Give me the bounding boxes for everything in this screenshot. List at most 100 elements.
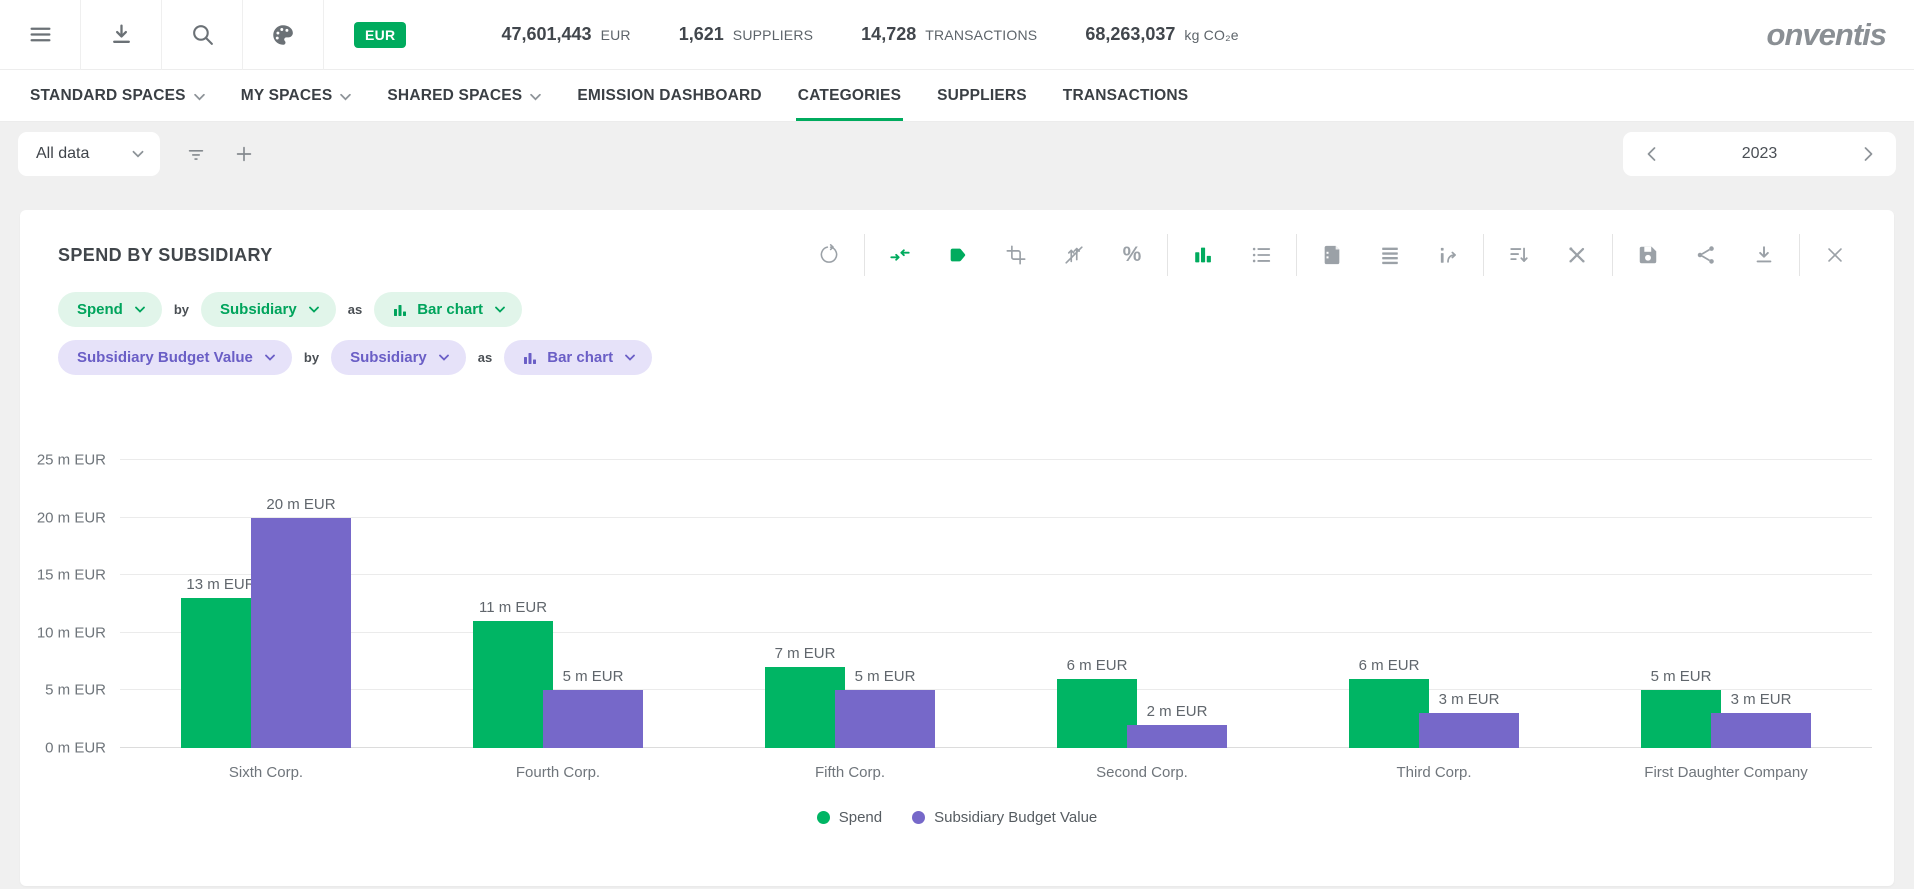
bar-pair: 5 m EUR 3 m EUR	[1641, 430, 1811, 748]
customize-tools-button[interactable]	[1565, 243, 1589, 267]
y-tick-label: 0 m EUR	[45, 740, 106, 757]
bar-chart-view-button[interactable]	[1191, 243, 1215, 267]
bar-budget[interactable]	[251, 518, 351, 748]
legend-swatch	[817, 811, 830, 824]
dimension-label: Subsidiary	[350, 349, 427, 366]
data-scope-select[interactable]: All data	[18, 132, 160, 176]
kpi-value: 1,621	[679, 24, 724, 45]
bar-value-label: 3 m EUR	[1731, 691, 1792, 708]
report-button[interactable]	[1320, 243, 1344, 267]
bar-budget[interactable]	[1419, 713, 1519, 748]
bar-budget[interactable]	[1711, 713, 1811, 748]
y-tick-label: 10 m EUR	[37, 624, 106, 641]
share-button[interactable]	[1694, 243, 1718, 267]
pivot-button[interactable]	[1436, 243, 1460, 267]
bar-spend[interactable]	[473, 621, 553, 748]
chevron-down-icon	[495, 306, 505, 313]
menu-button[interactable]	[0, 0, 80, 70]
bar-value-label: 5 m EUR	[1651, 668, 1712, 685]
divider	[1296, 234, 1297, 276]
nav-shared-spaces[interactable]: SHARED SPACES	[387, 70, 541, 121]
query-builder: Spend by Subsidiary as Bar chart Subsidi…	[20, 290, 1894, 375]
customize-tools-icon	[1566, 244, 1588, 266]
bar-spend[interactable]	[181, 598, 261, 748]
close-widget-button[interactable]	[1823, 243, 1847, 267]
bar-spend[interactable]	[765, 667, 845, 748]
bar-budget[interactable]	[543, 690, 643, 748]
list-view-button[interactable]	[1249, 243, 1273, 267]
bar-group: 11 m EUR5 m EUR	[412, 430, 704, 748]
save-icon	[1637, 244, 1659, 266]
nav-categories[interactable]: CATEGORIES	[798, 70, 901, 121]
nav-label: SUPPLIERS	[937, 87, 1027, 105]
bar-budget[interactable]	[1127, 725, 1227, 748]
next-year-button[interactable]	[1848, 134, 1888, 174]
dimension-dropdown[interactable]: Subsidiary	[201, 292, 336, 327]
bar-chart-icon	[523, 351, 537, 365]
bar-spend[interactable]	[1641, 690, 1721, 748]
theme-palette-button[interactable]	[243, 0, 323, 70]
export-download-button[interactable]	[1752, 243, 1776, 267]
divider	[1167, 234, 1168, 276]
nav-emission-dashboard[interactable]: EMISSION DASHBOARD	[577, 70, 761, 121]
bar-value-label: 5 m EUR	[855, 668, 916, 685]
kpi-unit: SUPPLIERS	[733, 27, 813, 43]
legend-item[interactable]: Spend	[817, 809, 882, 826]
list-icon	[1250, 244, 1272, 266]
save-button[interactable]	[1636, 243, 1660, 267]
legend-label: Subsidiary Budget Value	[934, 809, 1097, 826]
add-filter-button[interactable]	[220, 132, 268, 176]
kpi-value: 47,601,443	[501, 24, 591, 45]
crop-button[interactable]	[1004, 243, 1028, 267]
bar-budget[interactable]	[835, 690, 935, 748]
no-scale-arrows-icon	[1063, 244, 1085, 266]
search-icon	[190, 22, 215, 47]
y-tick-label: 20 m EUR	[37, 509, 106, 526]
sort-button[interactable]	[1507, 243, 1531, 267]
bar-groups: 13 m EUR20 m EUR11 m EUR5 m EUR7 m EUR5 …	[120, 430, 1872, 748]
bar-spend[interactable]	[1349, 679, 1429, 748]
panel-header: SPEND BY SUBSIDIARY %	[20, 210, 1894, 290]
bar-chart-icon	[1192, 244, 1214, 266]
chart-type-dropdown[interactable]: Bar chart	[374, 292, 522, 327]
y-tick-label: 15 m EUR	[37, 567, 106, 584]
close-icon	[1824, 244, 1846, 266]
primary-nav: STANDARD SPACES MY SPACES SHARED SPACES …	[0, 70, 1914, 122]
bar-value-label: 11 m EUR	[479, 599, 547, 616]
bar-chart: 0 m EUR5 m EUR10 m EUR15 m EUR20 m EUR25…	[20, 388, 1894, 781]
dimension-dropdown[interactable]: Subsidiary	[331, 340, 466, 375]
measure-dropdown[interactable]: Spend	[58, 292, 162, 327]
plus-icon	[233, 143, 255, 165]
prev-year-button[interactable]	[1631, 134, 1671, 174]
data-scope-value: All data	[36, 145, 89, 163]
nav-my-spaces[interactable]: MY SPACES	[241, 70, 352, 121]
nav-transactions[interactable]: TRANSACTIONS	[1063, 70, 1189, 121]
filter-button[interactable]	[172, 132, 220, 176]
merge-arrows-button[interactable]	[888, 243, 912, 267]
measure-dropdown[interactable]: Subsidiary Budget Value	[58, 340, 292, 375]
y-tick-label: 5 m EUR	[45, 682, 106, 699]
nav-suppliers[interactable]: SUPPLIERS	[937, 70, 1027, 121]
as-connector: as	[478, 350, 492, 365]
no-scale-arrows-button[interactable]	[1062, 243, 1086, 267]
table-rows-button[interactable]	[1378, 243, 1402, 267]
bar-group: 13 m EUR20 m EUR	[120, 430, 412, 748]
kpi-value: 14,728	[861, 24, 916, 45]
share-icon	[1695, 244, 1717, 266]
bar-pair: 11 m EUR5 m EUR	[473, 430, 643, 748]
kpi-unit: kg CO₂e	[1184, 27, 1238, 43]
chevron-down-icon	[340, 93, 351, 101]
bar-spend[interactable]	[1057, 679, 1137, 748]
legend-item[interactable]: Subsidiary Budget Value	[912, 809, 1097, 826]
percent-button[interactable]: %	[1120, 243, 1144, 267]
search-button[interactable]	[162, 0, 242, 70]
plot-column: 13 m EUR20 m EUR11 m EUR5 m EUR7 m EUR5 …	[120, 430, 1872, 781]
refresh-button[interactable]	[817, 243, 841, 267]
tag-button[interactable]	[946, 243, 970, 267]
chevron-down-icon	[265, 354, 275, 361]
currency-badge[interactable]: EUR	[354, 22, 406, 48]
download-button[interactable]	[81, 0, 161, 70]
nav-standard-spaces[interactable]: STANDARD SPACES	[30, 70, 205, 121]
table-rows-icon	[1379, 244, 1401, 266]
chart-type-dropdown[interactable]: Bar chart	[504, 340, 652, 375]
